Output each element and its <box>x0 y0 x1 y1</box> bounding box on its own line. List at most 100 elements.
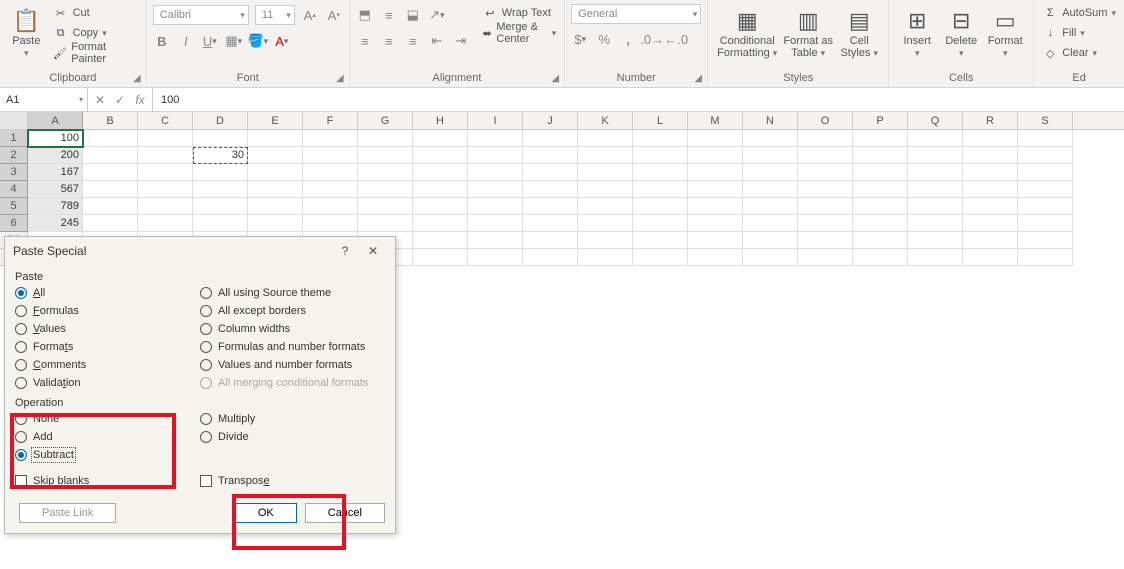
cell-J3[interactable] <box>523 164 578 181</box>
paste-formats-radio[interactable]: Formats <box>15 341 200 353</box>
bold-button[interactable]: B <box>153 32 171 50</box>
cell-I3[interactable] <box>468 164 523 181</box>
cell-O5[interactable] <box>798 198 853 215</box>
cell-K2[interactable] <box>578 147 633 164</box>
skip-blanks-checkbox[interactable]: Skip blanks <box>15 475 200 487</box>
cell-R4[interactable] <box>963 181 1018 198</box>
cell-N4[interactable] <box>743 181 798 198</box>
row-header[interactable]: 3 <box>0 164 28 181</box>
align-right-button[interactable]: ≡ <box>404 32 422 50</box>
paste-widths-radio[interactable]: Column widths <box>200 323 385 335</box>
cell-J24[interactable] <box>523 232 578 249</box>
row-header[interactable]: 2 <box>0 147 28 164</box>
number-launcher[interactable]: ◢ <box>692 72 704 84</box>
cell-O25[interactable] <box>798 249 853 266</box>
cell-N5[interactable] <box>743 198 798 215</box>
cell-O24[interactable] <box>798 232 853 249</box>
wrap-text-button[interactable]: ↩Wrap Text <box>480 4 558 22</box>
cell-J5[interactable] <box>523 198 578 215</box>
cell-N6[interactable] <box>743 215 798 232</box>
cell-B1[interactable] <box>83 130 138 147</box>
cell-D3[interactable] <box>193 164 248 181</box>
close-button[interactable]: ✕ <box>359 244 387 258</box>
font-name-select[interactable]: Calibri <box>153 5 249 25</box>
cell-O1[interactable] <box>798 130 853 147</box>
dec-decimal-button[interactable]: ←.0 <box>667 30 685 48</box>
col-header-J[interactable]: J <box>523 112 578 129</box>
cell-S1[interactable] <box>1018 130 1073 147</box>
cell-G6[interactable] <box>358 215 413 232</box>
cell-Q1[interactable] <box>908 130 963 147</box>
orientation-button[interactable]: ↗▾ <box>428 6 446 24</box>
cell-G1[interactable] <box>358 130 413 147</box>
cell-C2[interactable] <box>138 147 193 164</box>
cell-R25[interactable] <box>963 249 1018 266</box>
cell-L2[interactable] <box>633 147 688 164</box>
col-header-L[interactable]: L <box>633 112 688 129</box>
cell-N3[interactable] <box>743 164 798 181</box>
op-multiply-radio[interactable]: Multiply <box>200 413 385 425</box>
cell-O6[interactable] <box>798 215 853 232</box>
cell-A2[interactable]: 200 <box>28 147 83 164</box>
cell-S6[interactable] <box>1018 215 1073 232</box>
cell-H6[interactable] <box>413 215 468 232</box>
insert-cells-button[interactable]: ⊞Insert▾ <box>895 2 939 64</box>
clipboard-launcher[interactable]: ◢ <box>131 72 143 84</box>
align-middle-button[interactable]: ≡ <box>380 6 398 24</box>
op-divide-radio[interactable]: Divide <box>200 431 385 443</box>
cell-D4[interactable] <box>193 181 248 198</box>
cell-C3[interactable] <box>138 164 193 181</box>
cell-H3[interactable] <box>413 164 468 181</box>
shrink-font-button[interactable]: A▾ <box>325 6 343 24</box>
paste-formulas-radio[interactable]: Formulas <box>15 305 200 317</box>
cell-R24[interactable] <box>963 232 1018 249</box>
cell-B4[interactable] <box>83 181 138 198</box>
clear-button[interactable]: ◇Clear ▾ <box>1040 44 1118 62</box>
cell-S25[interactable] <box>1018 249 1073 266</box>
cell-P6[interactable] <box>853 215 908 232</box>
col-header-C[interactable]: C <box>138 112 193 129</box>
cell-P5[interactable] <box>853 198 908 215</box>
copy-button[interactable]: ⧉Copy ▾ <box>51 24 140 42</box>
col-header-G[interactable]: G <box>358 112 413 129</box>
cut-button[interactable]: ✂Cut <box>51 4 140 22</box>
fill-button[interactable]: ↓Fill ▾ <box>1040 24 1118 42</box>
row-header[interactable]: 6 <box>0 215 28 232</box>
cell-E3[interactable] <box>248 164 303 181</box>
font-size-select[interactable]: 11 <box>255 5 295 25</box>
cell-A1[interactable]: 100 <box>28 130 83 147</box>
paste-all-radio[interactable]: All <box>15 287 200 299</box>
cancel-button[interactable]: Cancel <box>305 503 385 523</box>
italic-button[interactable]: I <box>177 32 195 50</box>
number-format-select[interactable]: General <box>571 4 701 24</box>
op-add-radio[interactable]: Add <box>15 431 200 443</box>
cell-K3[interactable] <box>578 164 633 181</box>
cell-O3[interactable] <box>798 164 853 181</box>
cell-A3[interactable]: 167 <box>28 164 83 181</box>
cell-H2[interactable] <box>413 147 468 164</box>
cell-Q6[interactable] <box>908 215 963 232</box>
cell-N24[interactable] <box>743 232 798 249</box>
cell-O2[interactable] <box>798 147 853 164</box>
cell-A4[interactable]: 567 <box>28 181 83 198</box>
cell-K24[interactable] <box>578 232 633 249</box>
col-header-I[interactable]: I <box>468 112 523 129</box>
cell-O4[interactable] <box>798 181 853 198</box>
align-top-button[interactable]: ⬒ <box>356 6 374 24</box>
comma-button[interactable]: , <box>619 30 637 48</box>
autosum-button[interactable]: ΣAutoSum ▾ <box>1040 4 1118 22</box>
cell-H24[interactable] <box>413 232 468 249</box>
cell-L24[interactable] <box>633 232 688 249</box>
cell-G4[interactable] <box>358 181 413 198</box>
cell-S4[interactable] <box>1018 181 1073 198</box>
paste-validation-radio[interactable]: Validation <box>15 377 200 389</box>
cell-A5[interactable]: 789 <box>28 198 83 215</box>
name-box[interactable]: A1 <box>0 88 88 111</box>
font-launcher[interactable]: ◢ <box>334 72 346 84</box>
cell-H4[interactable] <box>413 181 468 198</box>
col-header-S[interactable]: S <box>1018 112 1073 129</box>
cell-S3[interactable] <box>1018 164 1073 181</box>
row-header[interactable]: 1 <box>0 130 28 147</box>
transpose-checkbox[interactable]: Transpose <box>200 475 385 487</box>
percent-button[interactable]: % <box>595 30 613 48</box>
